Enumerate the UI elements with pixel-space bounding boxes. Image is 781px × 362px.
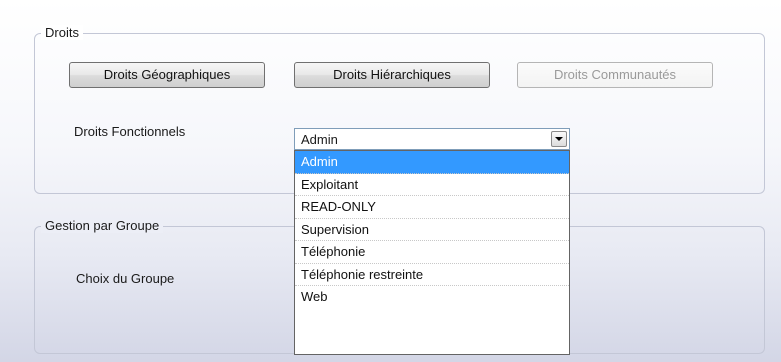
dropdown-option[interactable]: Supervision: [295, 219, 569, 241]
droits-geographiques-button[interactable]: Droits Géographiques: [69, 62, 265, 88]
droits-hierarchiques-button[interactable]: Droits Hiérarchiques: [294, 62, 490, 88]
droits-fonctionnels-dropdown-list: Admin Exploitant READ-ONLY Supervision T…: [294, 150, 570, 355]
combobox-value: Admin: [301, 132, 338, 147]
droits-fonctionnels-combobox[interactable]: Admin: [294, 128, 570, 150]
gestion-group-title: Gestion par Groupe: [41, 218, 164, 233]
chevron-down-icon[interactable]: [551, 131, 567, 147]
dropdown-option[interactable]: Téléphonie restreinte: [295, 264, 569, 286]
dropdown-option[interactable]: READ-ONLY: [295, 196, 569, 219]
droits-group-title: Droits: [41, 25, 83, 40]
dropdown-option[interactable]: Téléphonie: [295, 241, 569, 264]
dropdown-option[interactable]: Web: [295, 286, 569, 309]
choix-du-groupe-label: Choix du Groupe: [76, 271, 175, 286]
dropdown-option[interactable]: Admin: [295, 151, 569, 174]
dropdown-option[interactable]: Exploitant: [295, 174, 569, 196]
droits-fonctionnels-label: Droits Fonctionnels: [74, 124, 186, 139]
droits-communautes-button: Droits Communautés: [517, 62, 713, 88]
